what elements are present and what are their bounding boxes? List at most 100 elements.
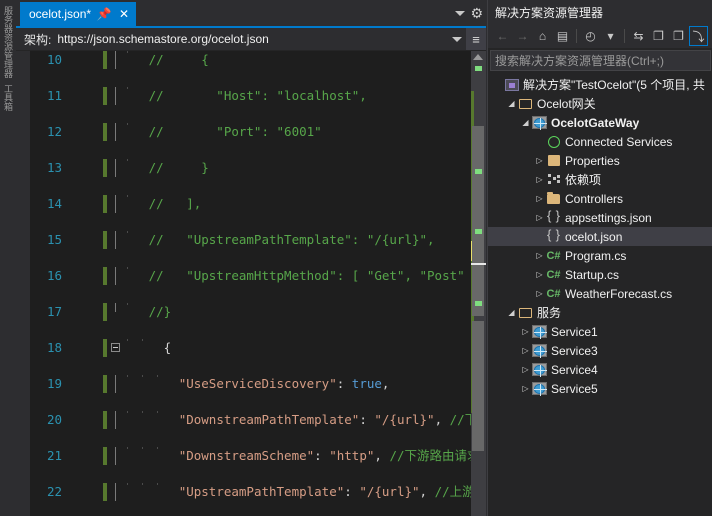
home-button[interactable]: ⌂: [533, 26, 552, 46]
server-explorer-tab[interactable]: 服务器资源管理器: [2, 6, 13, 78]
chevron-collapsed-icon[interactable]: ▷: [534, 208, 545, 227]
scrollbar-thumb-lower[interactable]: [472, 321, 484, 451]
code-line[interactable]: 13 // }: [16, 159, 471, 177]
scroll-up-arrow-icon[interactable]: [473, 54, 483, 60]
code-line[interactable]: 21 "DownstreamScheme": "http", //下游路由请求的: [16, 447, 486, 465]
fold-column[interactable]: [109, 159, 123, 177]
filter-dropdown-icon[interactable]: ▾: [601, 26, 620, 46]
chevron-collapsed-icon[interactable]: ▷: [534, 265, 545, 284]
code-line[interactable]: 12 // "Port": "6001": [16, 123, 471, 141]
toolbox-tab[interactable]: 工具箱: [2, 84, 13, 111]
solution-explorer-view-button[interactable]: ▤: [553, 26, 572, 46]
tree-item-service3[interactable]: ▷ Service3: [488, 341, 712, 360]
collapse-icon[interactable]: [111, 343, 120, 352]
code-line[interactable]: 22 "UpstreamPathTemplate": "/{url}", //上…: [16, 483, 486, 501]
chevron-collapsed-icon[interactable]: ▷: [520, 379, 531, 398]
code-text: // }: [126, 159, 209, 177]
back-button[interactable]: ←: [493, 26, 512, 46]
close-icon[interactable]: ✕: [117, 5, 131, 23]
code-token: "DownstreamPathTemplate": [178, 412, 360, 427]
editor-vertical-scrollbar[interactable]: [471, 51, 486, 516]
csharp-file-icon: C#: [546, 268, 561, 281]
chevron-down-icon[interactable]: [455, 10, 466, 16]
collapse-all-button[interactable]: ❐: [669, 26, 688, 46]
tree-item-service5[interactable]: ▷ Service5: [488, 379, 712, 398]
tree-item--[interactable]: ◢ 服务: [488, 303, 712, 322]
tree-item-appsettings.json[interactable]: ▷ appsettings.json: [488, 208, 712, 227]
tree-item-ocelot-[interactable]: ◢ Ocelot网关: [488, 94, 712, 113]
tree-item-ocelot.json[interactable]: ocelot.json: [488, 227, 712, 246]
chevron-collapsed-icon[interactable]: ▷: [534, 246, 545, 265]
code-line[interactable]: 16 // "UpstreamHttpMethod": [ "Get", "Po…: [16, 267, 480, 285]
chevron-collapsed-icon[interactable]: ▷: [534, 170, 545, 189]
change-bar: [103, 375, 107, 393]
code-line[interactable]: 10 // {: [16, 51, 471, 69]
fold-column[interactable]: [109, 303, 123, 321]
tree-item-service1[interactable]: ▷ Service1: [488, 322, 712, 341]
code-token: :: [344, 484, 360, 499]
fold-guide: [115, 411, 116, 429]
tree-item-label: Program.cs: [565, 248, 627, 263]
chevron-collapsed-icon[interactable]: ▷: [534, 189, 545, 208]
chevron-collapsed-icon[interactable]: ▷: [534, 151, 545, 170]
tree-item-service4[interactable]: ▷ Service4: [488, 360, 712, 379]
fold-column[interactable]: [109, 339, 123, 357]
code-editor[interactable]: 10 // { 11 // "Host": "localhost", 12 // "…: [16, 51, 486, 516]
code-token: // {: [148, 52, 209, 67]
schema-chevron-down-icon[interactable]: [448, 36, 466, 42]
fold-column[interactable]: [109, 195, 123, 213]
solution-search-box[interactable]: 搜索解决方案资源管理器(Ctrl+;): [490, 50, 711, 71]
document-tab-label: ocelot.json*: [29, 7, 92, 21]
chevron-expanded-icon[interactable]: ◢: [506, 94, 517, 113]
fold-column[interactable]: [109, 267, 123, 285]
chevron-collapsed-icon[interactable]: ▷: [520, 360, 531, 379]
pin-icon[interactable]: 📌: [97, 5, 112, 23]
code-line[interactable]: 17 //}: [16, 303, 471, 321]
tree-item-weatherforecast.cs[interactable]: ▷ C# WeatherForecast.cs: [488, 284, 712, 303]
code-line[interactable]: 19 "UseServiceDiscovery": true,: [16, 375, 471, 393]
fold-column[interactable]: [109, 411, 123, 429]
code-text: // "Host": "localhost",: [126, 87, 367, 105]
tree-item-connected-services[interactable]: Connected Services: [488, 132, 712, 151]
chevron-expanded-icon[interactable]: ◢: [520, 113, 531, 132]
tree-item--testocelot-5-[interactable]: 解决方案"TestOcelot"(5 个项目, 共: [488, 75, 712, 94]
tree-item--[interactable]: ▷ 依赖项: [488, 170, 712, 189]
code-line[interactable]: 14 // ],: [16, 195, 471, 213]
code-line[interactable]: 15 // "UpstreamPathTemplate": "/{url}",: [16, 231, 471, 249]
fold-guide: [115, 447, 116, 465]
pending-changes-filter-button[interactable]: ◴: [581, 26, 600, 46]
fold-column[interactable]: [109, 447, 123, 465]
fold-column[interactable]: [109, 123, 123, 141]
code-line[interactable]: 11 // "Host": "localhost",: [16, 87, 471, 105]
gear-icon[interactable]: ⚙: [470, 6, 483, 20]
document-tab-ocelot-json[interactable]: ocelot.json* 📌 ✕: [20, 2, 137, 26]
line-number: 21: [46, 448, 62, 463]
forward-button[interactable]: →: [513, 26, 532, 46]
solution-tree[interactable]: 解决方案"TestOcelot"(5 个项目, 共 ◢ Ocelot网关 ◢ Ocelo…: [488, 75, 712, 516]
code-lines[interactable]: 10 // { 11 // "Host": "localhost", 12 // "…: [16, 51, 486, 516]
sync-with-active-document-button[interactable]: ⇆: [629, 26, 648, 46]
fold-column[interactable]: [109, 87, 123, 105]
tree-item-program.cs[interactable]: ▷ C# Program.cs: [488, 246, 712, 265]
code-line[interactable]: 20 "DownstreamPathTemplate": "/{url}", /…: [16, 411, 486, 429]
fold-column[interactable]: [109, 231, 123, 249]
split-window-icon[interactable]: ≡: [466, 28, 486, 50]
tree-item-startup.cs[interactable]: ▷ C# Startup.cs: [488, 265, 712, 284]
tree-item-properties[interactable]: ▷ Properties: [488, 151, 712, 170]
fold-column[interactable]: [109, 375, 123, 393]
show-all-files-button[interactable]: ⤵: [689, 26, 708, 46]
tree-item-controllers[interactable]: ▷ Controllers: [488, 189, 712, 208]
scrollbar-thumb[interactable]: [472, 126, 484, 316]
schema-input[interactable]: https://json.schemastore.org/ocelot.json: [55, 32, 448, 46]
chevron-collapsed-icon[interactable]: ▷: [520, 341, 531, 360]
chevron-collapsed-icon[interactable]: ▷: [534, 284, 545, 303]
chevron-expanded-icon[interactable]: ◢: [506, 303, 517, 322]
tree-item-ocelotgateway[interactable]: ◢ OcelotGateWay: [488, 113, 712, 132]
refresh-button[interactable]: ❐: [649, 26, 668, 46]
fold-column[interactable]: [109, 483, 123, 501]
fold-column[interactable]: [109, 51, 123, 69]
chevron-collapsed-icon[interactable]: ▷: [520, 322, 531, 341]
code-line[interactable]: 18 {: [16, 339, 471, 357]
code-text: {: [126, 339, 172, 357]
